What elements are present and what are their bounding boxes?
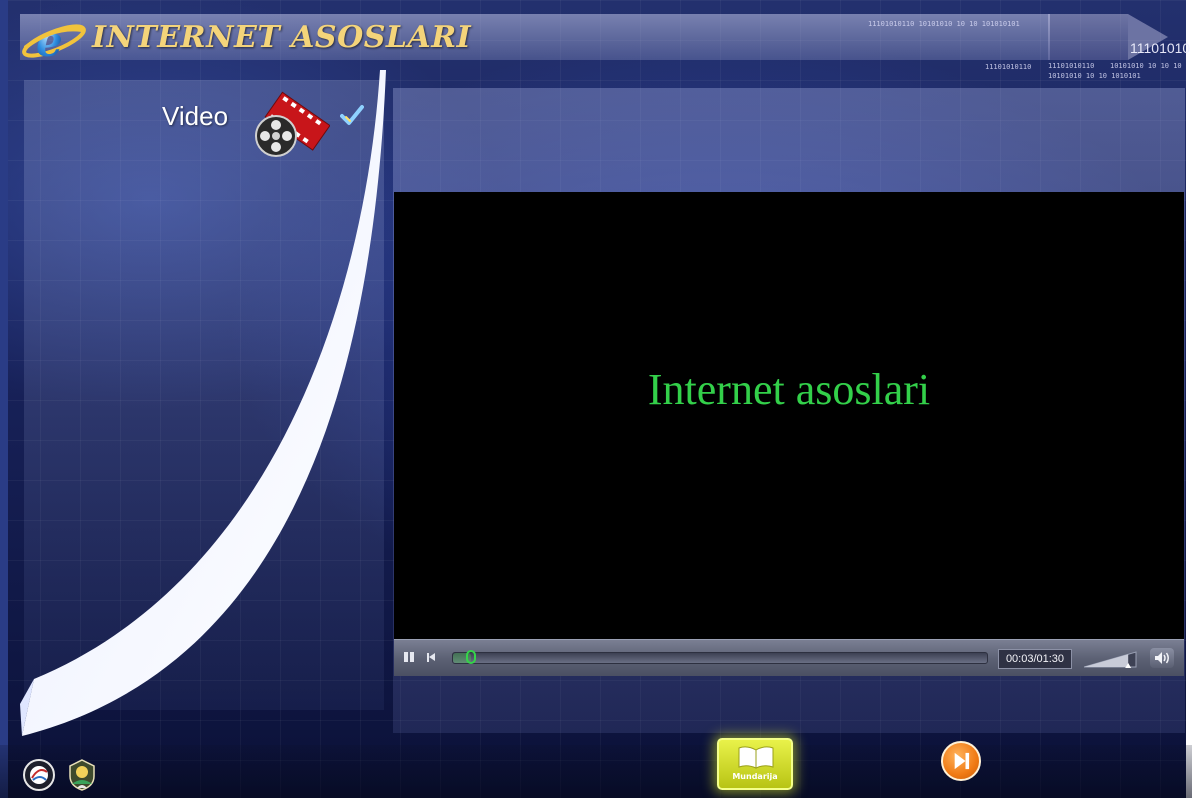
section-label: Video <box>162 101 229 131</box>
binary-decoration-line: 10101010 10 10 10 <box>1110 62 1182 70</box>
app-title: INTERNET ASOSLARI <box>92 20 472 55</box>
pause-icon[interactable] <box>403 652 415 664</box>
white-swoosh-decoration <box>20 70 386 736</box>
volume-slider[interactable] <box>1084 650 1140 668</box>
window-frame-right <box>1186 0 1192 798</box>
seek-bar[interactable] <box>452 650 988 664</box>
video-screen[interactable]: Internet asoslari <box>394 192 1184 639</box>
binary-decoration-large: 11101010 <box>1130 40 1191 56</box>
ie-logo-icon: e <box>22 17 86 64</box>
video-title-text: Internet asoslari <box>647 365 931 414</box>
seek-thumb[interactable] <box>466 650 477 664</box>
book-icon <box>738 746 774 769</box>
time-display: 00:03/01:30 <box>998 649 1072 669</box>
bottom-bar <box>0 745 1192 798</box>
volume-icon[interactable] <box>1150 648 1174 668</box>
logo-icon <box>69 759 95 791</box>
binary-decoration-line: 11101010110 <box>985 63 1032 71</box>
table-of-contents-button[interactable]: Mundarija <box>717 738 793 790</box>
restart-icon[interactable] <box>426 652 438 664</box>
binary-decoration-top: 11101010110 10101010 10 10 101010101 <box>868 20 1020 28</box>
toc-label: Mundarija <box>732 772 778 781</box>
video-film-icon[interactable] <box>252 88 330 160</box>
binary-decoration-line: 11101010110 <box>1048 62 1095 70</box>
window-frame-left <box>0 0 8 798</box>
app-window: e INTERNET ASOSLARI 11101010110 10101010… <box>0 0 1192 798</box>
logo-icon <box>23 759 55 791</box>
video-controls-bar: 00:03/01:30 <box>394 639 1184 676</box>
header-bar-tab <box>1048 14 1128 60</box>
next-icon[interactable] <box>941 741 981 781</box>
svg-text:e: e <box>36 17 63 64</box>
check-icon <box>340 105 364 125</box>
binary-decoration-line: 10101010 10 10 1010101 <box>1048 72 1141 80</box>
